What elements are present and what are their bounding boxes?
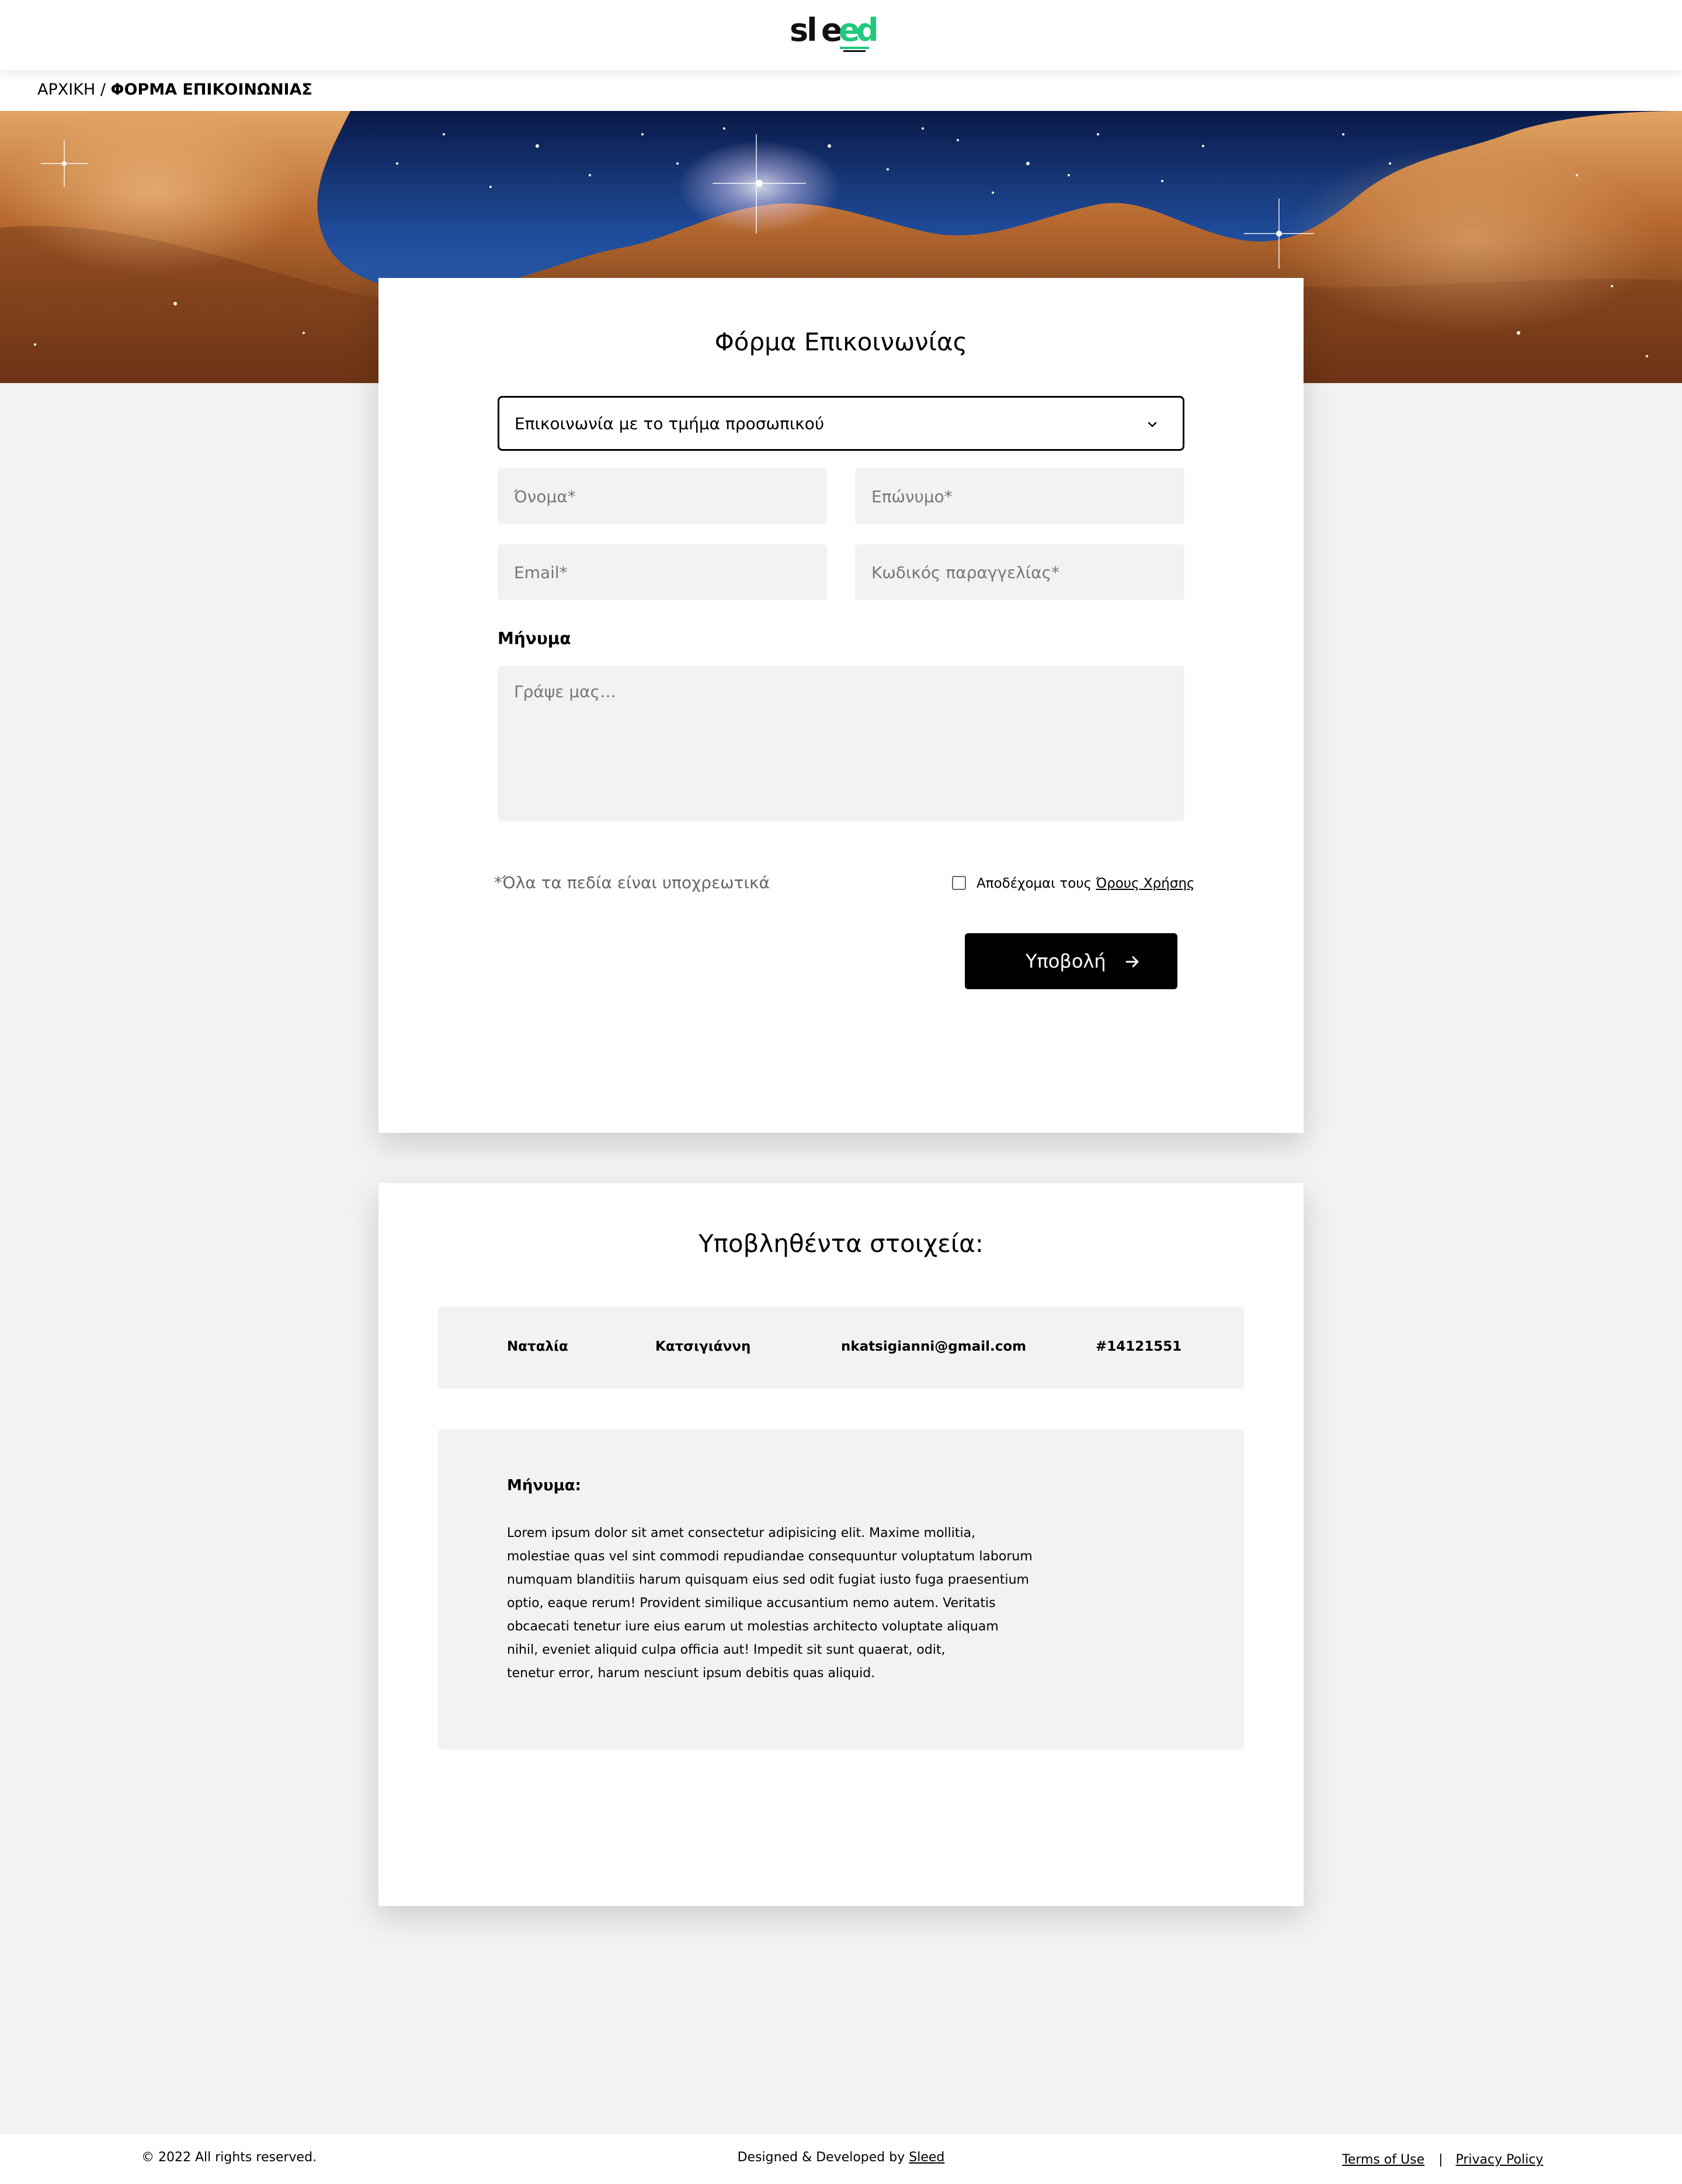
terms-label: Αποδέχομαι τους Όρους Χρήσης [976, 875, 1195, 892]
sleed-logo[interactable]: sl e e d [790, 11, 892, 57]
order-code-field [855, 544, 1184, 600]
site-header: sl e e d [0, 0, 1682, 70]
contact-form-card: Φόρμα Επικοινωνίας Επικοινωνία με το τμή… [378, 278, 1304, 1133]
footer-links: Terms of Use | Privacy Policy [1342, 2151, 1543, 2169]
arrow-right-icon [1125, 956, 1139, 968]
submitted-details-row: Ναταλία Κατσιγιάννη nkatsigianni@gmail.c… [438, 1307, 1244, 1389]
submitted-title: Υποβληθέντα στοιχεία: [698, 1229, 984, 1258]
form-title: Φόρμα Επικοινωνίας [714, 328, 968, 356]
submitted-message-box: Μήνυμα: Lorem ipsum dolor sit amet conse… [438, 1430, 1244, 1750]
submit-button-label: Υποβολή [1026, 950, 1106, 972]
chevron-down-icon [1148, 422, 1157, 427]
breadcrumb: ΑΡΧΙΚΗ / ΦΟΡΜΑ ΕΠΙΚΟΙΝΩΝΙΑΣ [37, 79, 312, 100]
email-field [498, 544, 827, 600]
breadcrumb-current: ΦΟΡΜΑ ΕΠΙΚΟΙΝΩΝΙΑΣ [110, 81, 312, 99]
breadcrumb-home[interactable]: ΑΡΧΙΚΗ [37, 81, 95, 99]
breadcrumb-bar: ΑΡΧΙΚΗ / ΦΟΡΜΑ ΕΠΙΚΟΙΝΩΝΙΑΣ [0, 70, 1682, 111]
submitted-order-code: #14121551 [1096, 1339, 1182, 1354]
terms-prefix: Αποδέχομαι τους [976, 876, 1096, 891]
required-fields-note: *Όλα τα πεδία είναι υποχρεωτικά [494, 873, 770, 892]
submitted-first-name: Ναταλία [507, 1339, 568, 1354]
site-footer: © 2022 All rights reserved. Designed & D… [0, 2134, 1682, 2184]
submit-button[interactable]: Υποβολή [965, 933, 1177, 989]
submitted-data-card: Υποβληθέντα στοιχεία: Ναταλία Κατσιγιάνν… [378, 1183, 1304, 1906]
last-name-input[interactable] [855, 468, 1184, 524]
last-name-field [855, 468, 1184, 524]
message-label: Μήνυμα [498, 629, 571, 648]
submitted-message-text: Lorem ipsum dolor sit amet consectetur a… [507, 1526, 1033, 1681]
email-input[interactable] [498, 544, 827, 600]
svg-text:d: d [856, 12, 877, 48]
footer-terms-link[interactable]: Terms of Use [1342, 2152, 1424, 2167]
first-name-input[interactable] [498, 468, 827, 524]
submitted-email: nkatsigianni@gmail.com [841, 1339, 1027, 1354]
message-field [498, 666, 1184, 821]
terms-checkbox[interactable] [952, 876, 966, 890]
submitted-message-label: Μήνυμα: [507, 1477, 582, 1494]
sleed-credit-link[interactable]: Sleed [909, 2150, 944, 2165]
terms-of-use-link[interactable]: Όρους Χρήσης [1096, 876, 1194, 891]
svg-text:sl: sl [790, 12, 816, 48]
message-textarea[interactable] [498, 666, 1184, 821]
department-select-value: Επικοινωνία με το τμήμα προσωπικού [515, 414, 825, 433]
order-code-input[interactable] [855, 544, 1184, 600]
submitted-last-name: Κατσιγιάννη [655, 1339, 751, 1354]
breadcrumb-separator: / [100, 81, 106, 99]
footer-privacy-link[interactable]: Privacy Policy [1456, 2152, 1544, 2167]
footer-credit-prefix: Designed & Developed by [737, 2150, 909, 2165]
first-name-field [498, 468, 827, 524]
department-select[interactable]: Επικοινωνία με το τμήμα προσωπικού [498, 396, 1184, 451]
footer-link-separator: | [1438, 2152, 1443, 2167]
